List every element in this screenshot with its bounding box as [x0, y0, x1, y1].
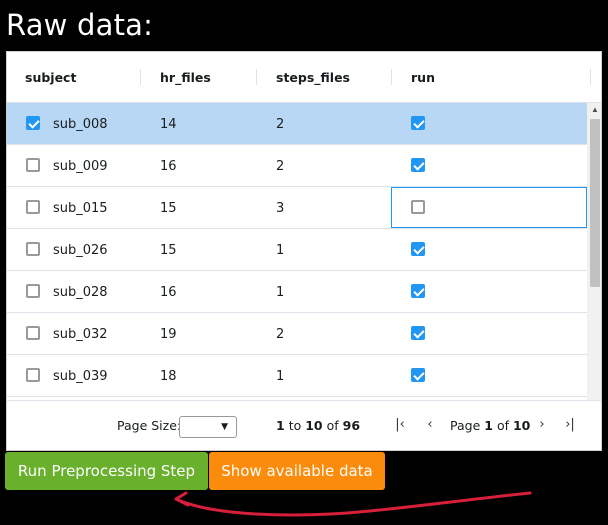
run-checkbox[interactable] — [411, 326, 425, 340]
annotation-scribble — [174, 491, 532, 517]
cell-hr-files: 16 — [160, 285, 177, 300]
cell-hr-files: 15 — [160, 243, 177, 258]
vertical-scroll-thumb[interactable] — [590, 119, 600, 287]
cell-hr-files: 15 — [160, 201, 177, 216]
header-run[interactable]: run — [411, 52, 435, 102]
cell-subject: sub_008 — [53, 117, 108, 132]
table-row[interactable]: sub_039 18 1 — [7, 355, 587, 397]
data-grid: subject hr_files steps_files run sub_008… — [6, 51, 602, 450]
cell-subject: sub_039 — [53, 369, 108, 384]
row-range: 1 to 10 of 96 — [276, 418, 360, 434]
table-row[interactable]: sub_015 15 3 — [7, 187, 587, 229]
range-of-label: of — [326, 418, 339, 433]
header-steps-files[interactable]: steps_files — [276, 52, 350, 102]
page-size-label: Page Size: — [117, 418, 182, 433]
header-separator[interactable] — [140, 69, 141, 85]
range-total: 96 — [342, 418, 361, 433]
header-separator[interactable] — [391, 69, 392, 85]
next-page-icon[interactable]: › — [535, 417, 549, 433]
cell-steps-files: 1 — [276, 243, 285, 258]
range-to: 10 — [305, 418, 323, 433]
row-select-checkbox[interactable] — [26, 326, 40, 340]
page-indicator: Page 1 of 10 — [450, 418, 530, 434]
cell-hr-files: 14 — [160, 117, 177, 132]
page-of-label: of — [496, 418, 509, 433]
scroll-up-icon[interactable]: ▲ — [587, 103, 601, 117]
cell-subject: sub_009 — [53, 159, 108, 174]
first-page-icon[interactable]: |‹ — [393, 417, 407, 433]
table-row[interactable]: sub_008 14 2 — [7, 103, 587, 145]
last-page-icon[interactable]: ›| — [563, 417, 577, 433]
range-to-label: to — [288, 418, 302, 433]
header-separator[interactable] — [256, 69, 257, 85]
cell-steps-files: 2 — [276, 159, 285, 174]
run-checkbox[interactable] — [411, 242, 425, 256]
cell-subject: sub_026 — [53, 243, 108, 258]
pagination-bar: Page Size: ▼ 1 to 10 of 96 |‹ ‹ Page 1 o… — [6, 400, 602, 451]
header-hr-files[interactable]: hr_files — [160, 52, 211, 102]
cell-steps-files: 1 — [276, 285, 285, 300]
cell-steps-files: 2 — [276, 327, 285, 342]
page-label: Page — [450, 418, 481, 433]
run-checkbox[interactable] — [411, 200, 425, 214]
vertical-scrollbar[interactable]: ▲ ▼ — [587, 103, 601, 436]
cell-steps-files: 1 — [276, 369, 285, 384]
table-row[interactable]: sub_009 16 2 — [7, 145, 587, 187]
grid-body: sub_008 14 2 sub_009 16 2 sub_015 15 3 s… — [7, 103, 587, 436]
run-checkbox[interactable] — [411, 368, 425, 382]
cell-steps-files: 3 — [276, 201, 285, 216]
table-row[interactable]: sub_026 15 1 — [7, 229, 587, 271]
cell-subject: sub_032 — [53, 327, 108, 342]
cell-subject: sub_028 — [53, 285, 108, 300]
cell-hr-files: 19 — [160, 327, 177, 342]
cell-steps-files: 2 — [276, 117, 285, 132]
prev-page-icon[interactable]: ‹ — [423, 417, 437, 433]
page-size-select[interactable]: ▼ — [179, 416, 237, 438]
header-separator[interactable] — [590, 69, 591, 85]
run-checkbox[interactable] — [411, 284, 425, 298]
row-select-checkbox[interactable] — [26, 116, 40, 130]
row-select-checkbox[interactable] — [26, 242, 40, 256]
range-from: 1 — [276, 418, 285, 433]
cell-hr-files: 18 — [160, 369, 177, 384]
row-select-checkbox[interactable] — [26, 368, 40, 382]
chevron-down-icon: ▼ — [221, 422, 228, 432]
header-subject[interactable]: subject — [25, 52, 76, 102]
table-row[interactable]: sub_032 19 2 — [7, 313, 587, 355]
cell-hr-files: 16 — [160, 159, 177, 174]
row-select-checkbox[interactable] — [26, 284, 40, 298]
run-checkbox[interactable] — [411, 116, 425, 130]
run-checkbox[interactable] — [411, 158, 425, 172]
page-total: 10 — [512, 418, 531, 433]
page-current: 1 — [484, 418, 493, 433]
row-select-checkbox[interactable] — [26, 200, 40, 214]
page-title: Raw data: — [6, 8, 154, 42]
table-row[interactable]: sub_028 16 1 — [7, 271, 587, 313]
grid-header: subject hr_files steps_files run — [7, 52, 601, 103]
cell-subject: sub_015 — [53, 201, 108, 216]
row-select-checkbox[interactable] — [26, 158, 40, 172]
